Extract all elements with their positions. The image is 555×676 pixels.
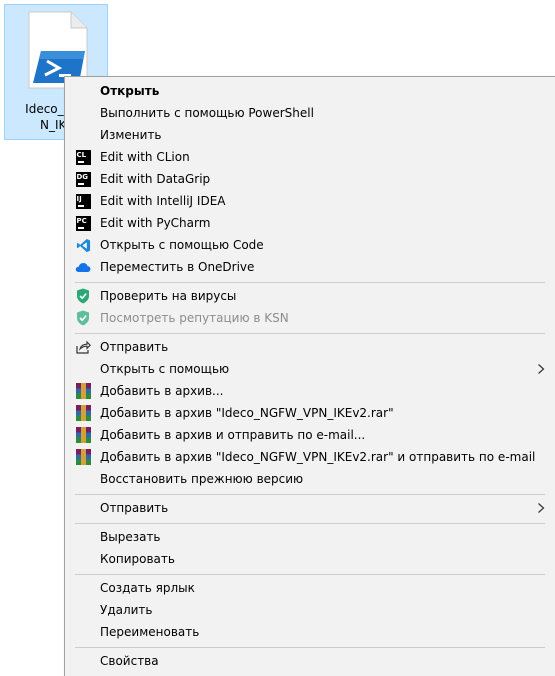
menu-item-delete[interactable]: Удалить [65,599,555,621]
menu-separator [75,574,545,575]
menu-item-edit-with-datagrip[interactable]: DG Edit with DataGrip [65,168,555,190]
kaspersky-shield-icon [75,288,91,304]
clion-icon: CL [75,149,91,165]
menu-item-label: Открыть с помощью [100,362,230,376]
menu-item-send-to[interactable]: Отправить [65,497,555,519]
menu-item-label: Добавить в архив "Ideco_NGFW_VPN_IKEv2.r… [100,406,394,420]
menu-item-label: Изменить [100,128,162,142]
menu-item-label: Переименовать [100,625,200,639]
menu-item-move-to-onedrive[interactable]: Переместить в OneDrive [65,256,555,278]
menu-item-add-to-named-archive[interactable]: Добавить в архив "Ideco_NGFW_VPN_IKEv2.r… [65,402,555,424]
menu-item-share[interactable]: Отправить [65,336,555,358]
winrar-icon [75,449,91,465]
intellij-icon: IJ [75,193,91,209]
winrar-icon [75,405,91,421]
chevron-right-icon [538,503,545,513]
menu-item-add-to-archive[interactable]: Добавить в архив... [65,380,555,402]
menu-item-label: Edit with IntelliJ IDEA [100,194,226,208]
menu-item-open[interactable]: Открыть [65,80,555,102]
menu-separator [75,494,545,495]
menu-item-rename[interactable]: Переименовать [65,621,555,643]
winrar-icon [75,427,91,443]
menu-item-edit-with-intellij[interactable]: IJ Edit with IntelliJ IDEA [65,190,555,212]
menu-item-add-to-named-archive-and-email[interactable]: Добавить в архив "Ideco_NGFW_VPN_IKEv2.r… [65,446,555,468]
chevron-right-icon [538,364,545,374]
menu-item-add-to-archive-and-email[interactable]: Добавить в архив и отправить по e-mail..… [65,424,555,446]
menu-item-open-with-code[interactable]: Открыть с помощью Code [65,234,555,256]
menu-item-label: Отправить [100,340,169,354]
menu-item-edit-with-clion[interactable]: CL Edit with CLion [65,146,555,168]
menu-item-label: Edit with PyCharm [100,216,211,230]
winrar-icon [75,383,91,399]
vscode-icon [75,237,91,253]
menu-item-scan-for-viruses[interactable]: Проверить на вирусы [65,285,555,307]
menu-item-label: Открыть с помощью Code [100,238,264,252]
menu-item-cut[interactable]: Вырезать [65,526,555,548]
menu-item-run-with-powershell[interactable]: Выполнить с помощью PowerShell [65,102,555,124]
menu-separator [75,333,545,334]
menu-item-restore-previous-version[interactable]: Восстановить прежнюю версию [65,468,555,490]
menu-separator [75,647,545,648]
menu-item-label: Добавить в архив... [100,384,224,398]
datagrip-icon: DG [75,171,91,187]
menu-separator [75,282,545,283]
menu-item-label: Добавить в архив "Ideco_NGFW_VPN_IKEv2.r… [100,450,536,464]
menu-item-edit[interactable]: Изменить [65,124,555,146]
menu-item-label: Копировать [100,552,175,566]
menu-item-label: Edit with DataGrip [100,172,211,186]
menu-item-properties[interactable]: Свойства [65,650,555,672]
menu-item-label: Удалить [100,603,153,617]
menu-item-label: Добавить в архив и отправить по e-mail..… [100,428,366,442]
menu-item-label: Открыть [100,84,160,98]
pycharm-icon: PC [75,215,91,231]
menu-item-label: Свойства [100,654,159,668]
menu-item-create-shortcut[interactable]: Создать ярлык [65,577,555,599]
menu-item-label: Восстановить прежнюю версию [100,472,304,486]
context-menu: Открыть Выполнить с помощью PowerShell И… [64,76,555,676]
menu-item-label: Вырезать [100,530,161,544]
menu-item-edit-with-pycharm[interactable]: PC Edit with PyCharm [65,212,555,234]
menu-item-label: Выполнить с помощью PowerShell [100,106,314,120]
menu-item-ksn-reputation[interactable]: Посмотреть репутацию в KSN [65,307,555,329]
menu-item-label: Создать ярлык [100,581,195,595]
menu-separator [75,523,545,524]
menu-item-label: Проверить на вирусы [100,289,237,303]
kaspersky-shield-icon [75,310,91,326]
menu-item-copy[interactable]: Копировать [65,548,555,570]
menu-item-open-with[interactable]: Открыть с помощью [65,358,555,380]
onedrive-icon [75,259,91,275]
menu-item-label: Переместить в OneDrive [100,260,255,274]
menu-item-label: Посмотреть репутацию в KSN [100,311,289,325]
menu-item-label: Edit with CLion [100,150,190,164]
share-icon [75,339,91,355]
menu-item-label: Отправить [100,501,169,515]
